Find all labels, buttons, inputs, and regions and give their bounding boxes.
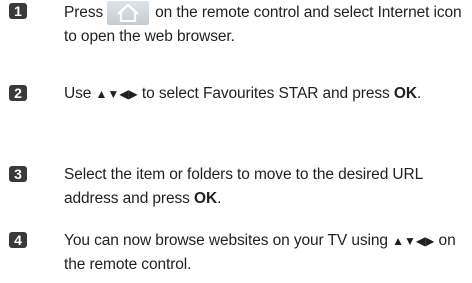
arrow-keys-icon: ▲▼◀▶	[95, 87, 138, 101]
step-text-end: .	[217, 190, 222, 207]
step-text-after-arrows: to select Favourites STAR and press	[141, 85, 390, 102]
step-text-end: .	[416, 85, 422, 102]
step-instruction: Press on the remote control and select In…	[64, 1, 470, 49]
step-number-badge: 4	[9, 232, 27, 248]
home-icon	[107, 1, 150, 25]
ok-key-label: OK	[393, 85, 417, 102]
ok-key-label: OK	[194, 190, 218, 207]
step-instruction: You can now browse websites on your TV u…	[64, 229, 470, 277]
step-text-main: Select the item or folders to move to th…	[64, 166, 423, 207]
step-instruction: Select the item or folders to move to th…	[64, 163, 470, 211]
step-number-badge: 3	[9, 166, 27, 182]
arrow-keys-icon: ▲▼◀▶	[392, 234, 435, 248]
step-instruction: Use ▲▼◀▶ to select Favourites STAR and p…	[64, 82, 470, 106]
step-number-badge: 1	[9, 3, 27, 19]
step-text-before-arrows: Use	[64, 85, 92, 102]
step-text-line1: You can now browse websites on your TV u…	[64, 232, 388, 249]
step-text-before-icon: Press	[64, 4, 104, 21]
step-number-badge: 2	[9, 85, 27, 101]
